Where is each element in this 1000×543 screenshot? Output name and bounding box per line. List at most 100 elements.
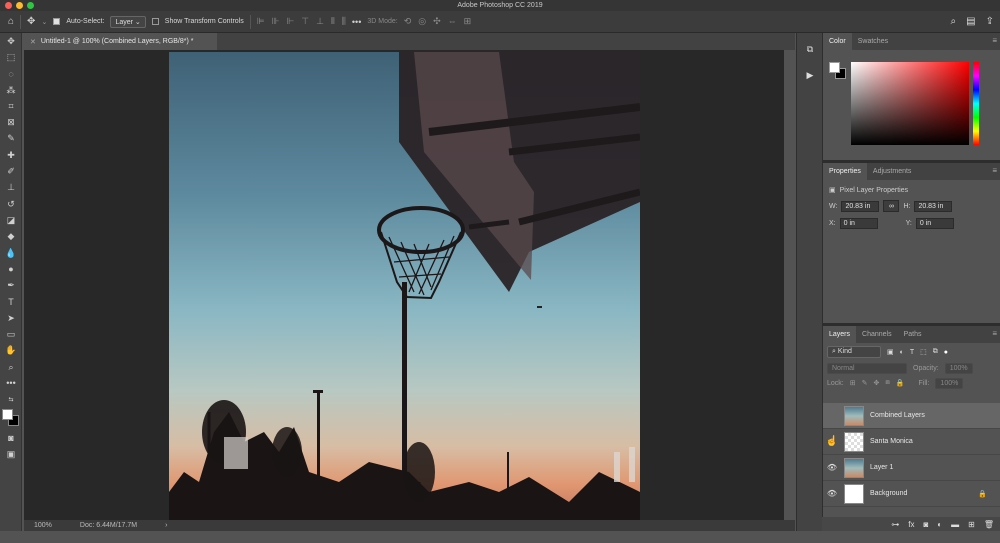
eyedropper-tool-icon[interactable]: ✎	[0, 131, 22, 147]
layer-row-layer-1[interactable]: 👁 Layer 1	[823, 455, 1000, 481]
layer-row-santa-monica[interactable]: ☝ Santa Monica	[823, 429, 1000, 455]
filter-type-icon[interactable]: T	[910, 349, 914, 356]
opacity-field[interactable]: 100%	[944, 362, 973, 374]
show-transform-checkbox[interactable]	[151, 18, 159, 25]
panel-menu-icon[interactable]: ≡	[992, 166, 997, 175]
link-dimensions-icon[interactable]: ∞	[883, 200, 900, 212]
magic-wand-tool-icon[interactable]: ⁂	[0, 82, 22, 98]
3d-scale-icon[interactable]: ⊞	[464, 16, 472, 27]
visibility-eye-icon[interactable]: 👁	[823, 463, 841, 472]
color-swatches[interactable]	[0, 408, 22, 430]
home-icon[interactable]: ⌂	[8, 16, 14, 27]
new-layer-icon[interactable]: ⊞	[968, 520, 975, 529]
tab-swatches[interactable]: Swatches	[852, 33, 894, 50]
filter-pixel-icon[interactable]: ▣	[887, 348, 894, 356]
3d-orbit-icon[interactable]: ⟲	[404, 16, 412, 27]
chevron-down-icon[interactable]: ⌄	[41, 18, 47, 26]
new-group-icon[interactable]: ▬	[951, 520, 959, 529]
clone-stamp-tool-icon[interactable]: ⊥	[0, 180, 22, 196]
3d-pan-icon[interactable]: ✣	[433, 16, 441, 27]
lock-artboard-icon[interactable]: ⧈	[885, 379, 889, 387]
adjustment-layer-icon[interactable]: ◐	[937, 520, 942, 529]
auto-select-checkbox[interactable]	[53, 18, 61, 25]
minimize-window-button[interactable]	[16, 2, 23, 9]
search-icon[interactable]: ⌕	[951, 16, 957, 27]
lock-transparent-icon[interactable]: ⊞	[850, 379, 856, 387]
healing-brush-tool-icon[interactable]: ✚	[0, 147, 22, 163]
type-tool-icon[interactable]: T	[0, 294, 22, 310]
zoom-tool-icon[interactable]: ⌕	[0, 359, 22, 375]
distribute-spacing-icon[interactable]: ⫼	[342, 16, 346, 27]
tab-adjustments[interactable]: Adjustments	[867, 163, 918, 180]
panel-menu-icon[interactable]: ≡	[992, 36, 997, 45]
lock-all-icon[interactable]: 🔒	[896, 379, 905, 387]
path-selection-tool-icon[interactable]: ➤	[0, 310, 22, 326]
auto-select-dropdown[interactable]: Layer ⌄	[110, 15, 146, 28]
history-brush-tool-icon[interactable]: ↺	[0, 196, 22, 212]
edit-toolbar-icon[interactable]: •••	[0, 375, 22, 391]
hand-tool-icon[interactable]: ✋	[0, 343, 22, 359]
foreground-color-swatch[interactable]	[2, 408, 13, 420]
add-mask-icon[interactable]: ◙	[923, 520, 928, 529]
zoom-level[interactable]: 100%	[34, 522, 52, 529]
pen-tool-icon[interactable]: ✒	[0, 277, 22, 293]
color-picker-field[interactable]	[851, 62, 969, 145]
panel-menu-icon[interactable]: ≡	[992, 329, 997, 338]
close-window-button[interactable]	[5, 2, 12, 9]
move-tool-icon[interactable]: ✥	[0, 33, 22, 49]
history-panel-icon[interactable]: ⧉	[797, 39, 823, 59]
foreground-color-swatch[interactable]	[829, 62, 840, 73]
layer-style-icon[interactable]: fx	[908, 520, 914, 529]
lock-position-icon[interactable]: ✥	[873, 379, 879, 387]
dodge-tool-icon[interactable]: ●	[0, 261, 22, 277]
filter-smart-object-icon[interactable]: ⧉	[933, 348, 938, 356]
more-options-icon[interactable]: •••	[352, 17, 361, 27]
align-right-icon[interactable]: ⊩	[286, 16, 294, 27]
brush-tool-icon[interactable]: ✐	[0, 163, 22, 179]
filter-adjustment-icon[interactable]: ◐	[900, 349, 904, 356]
filter-toggle-icon[interactable]: ●	[944, 349, 948, 356]
link-layers-icon[interactable]: ⊶	[891, 520, 899, 529]
blend-mode-dropdown[interactable]: Normal	[827, 362, 907, 374]
3d-slide-icon[interactable]: ⇔	[448, 16, 457, 27]
layer-filter-dropdown[interactable]: ⌕ Kind	[827, 346, 881, 358]
document-tab[interactable]: ✕ Untitled-1 @ 100% (Combined Layers, RG…	[24, 33, 217, 50]
frame-tool-icon[interactable]: ⊠	[0, 114, 22, 130]
screen-mode-icon[interactable]: ▣	[0, 446, 22, 462]
height-field[interactable]: 20.83 in	[914, 200, 953, 212]
doc-size[interactable]: Doc: 6.44M/17.7M	[80, 522, 137, 529]
eraser-tool-icon[interactable]: ◪	[0, 212, 22, 228]
y-field[interactable]: 0 in	[915, 218, 954, 229]
lasso-tool-icon[interactable]: ◌	[0, 66, 22, 82]
default-colors-icon[interactable]: ⇆	[0, 392, 22, 408]
3d-roll-icon[interactable]: ◎	[418, 16, 426, 27]
canvas-image[interactable]	[169, 52, 640, 522]
tab-paths[interactable]: Paths	[898, 326, 928, 343]
move-tool-icon[interactable]: ✥	[27, 16, 35, 27]
tab-properties[interactable]: Properties	[823, 163, 867, 180]
zoom-window-button[interactable]	[27, 2, 34, 9]
align-top-icon[interactable]: ⊤	[301, 16, 309, 27]
tab-color[interactable]: Color	[823, 33, 852, 50]
delete-layer-icon[interactable]: 🗑	[984, 520, 994, 529]
tab-channels[interactable]: Channels	[856, 326, 898, 343]
visibility-eye-icon[interactable]: 👁	[823, 489, 841, 498]
width-field[interactable]: 20.83 in	[841, 200, 880, 212]
align-left-icon[interactable]: ⊫	[257, 16, 265, 27]
cursor-hand-icon[interactable]: ☝	[823, 436, 841, 447]
x-field[interactable]: 0 in	[839, 218, 878, 229]
workspace-icon[interactable]: ▤	[966, 16, 975, 27]
close-tab-icon[interactable]: ✕	[30, 38, 36, 46]
share-icon[interactable]: ⇪	[986, 16, 994, 27]
tab-layers[interactable]: Layers	[823, 326, 857, 343]
align-center-icon[interactable]: ⊪	[272, 16, 280, 27]
paint-bucket-tool-icon[interactable]: ◆	[0, 229, 22, 245]
rectangle-tool-icon[interactable]: ▭	[0, 326, 22, 342]
fill-field[interactable]: 100%	[935, 377, 964, 389]
lock-pixels-icon[interactable]: ✎	[862, 379, 868, 387]
marquee-tool-icon[interactable]: ⬚	[0, 49, 22, 65]
filter-shape-icon[interactable]: ⬚	[920, 348, 927, 356]
quick-mask-icon[interactable]: ◙	[0, 430, 22, 446]
layer-row-background[interactable]: 👁 Background 🔒	[823, 481, 1000, 507]
distribute-icon[interactable]: ⫴	[331, 16, 335, 27]
